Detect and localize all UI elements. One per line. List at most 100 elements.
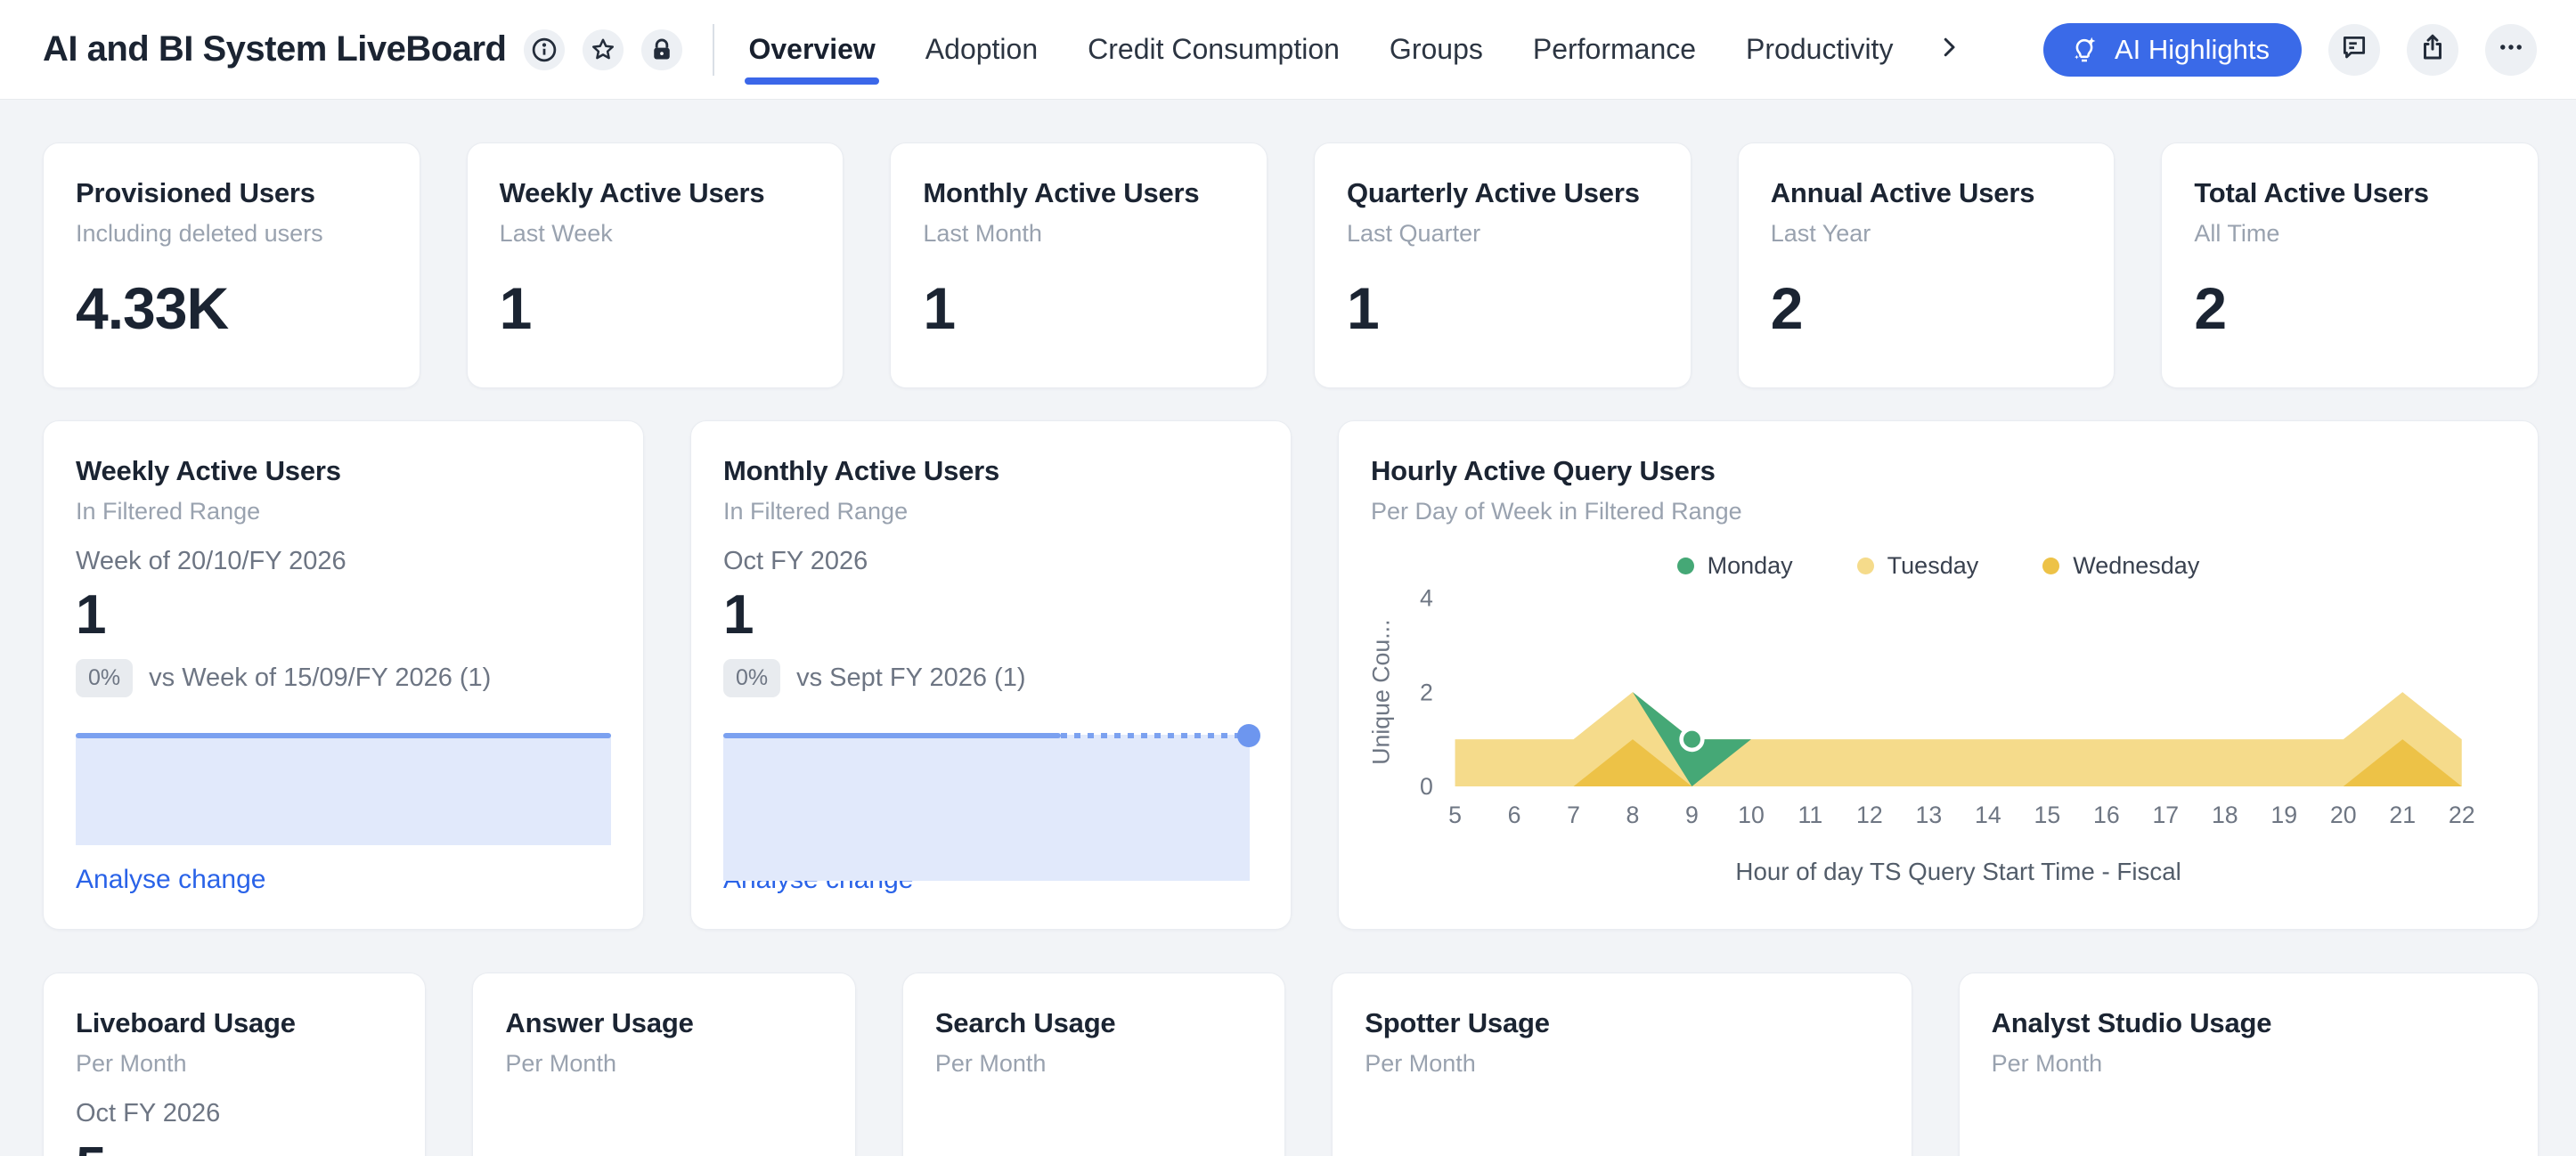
kpi-value: 2 [1771,274,2083,342]
sparkline-fill [723,735,1250,881]
trend-row: Weekly Active Users In Filtered Range Week… [43,420,2539,930]
kpi-value: 1 [500,274,811,342]
trend-title: Monthly Active Users [723,455,1259,487]
svg-text:9: 9 [1685,802,1699,828]
trend-value: 1 [723,583,1259,647]
trend-subtitle: In Filtered Range [76,498,611,525]
svg-text:5: 5 [1448,802,1462,828]
more-tabs-button[interactable] [1936,34,1962,65]
kpi-subtitle: Last Month [923,220,1235,248]
svg-text:14: 14 [1975,802,2001,828]
svg-text:11: 11 [1798,802,1823,828]
svg-text:15: 15 [2034,802,2060,828]
trend-compare: 0%vs Sept FY 2026 (1) [723,659,1259,697]
usage-row: Liveboard UsagePer MonthOct FY 20265Answ… [43,973,2539,1156]
kpi-card: Annual Active UsersLast Year2 [1738,142,2115,388]
tab-productivity[interactable]: Productivity [1746,0,1893,99]
trend-card: Weekly Active Users In Filtered Range Week… [43,420,644,930]
analyst-studio-usage-card: Analyst Studio Usage Per Month [1959,973,2539,1156]
trend-period: Week of 20/10/FY 2026 [76,547,611,576]
hourly-area-chart[interactable]: 5678910111213141516171819202122024Hour o… [1371,587,2506,891]
sparkline-chart [723,735,1259,865]
trend-value: 1 [76,583,611,647]
usage-title: Analyst Studio Usage [1992,1007,2506,1039]
legend-item-tuesday[interactable]: Tuesday [1857,552,1979,580]
svg-text:19: 19 [2270,802,2297,828]
usage-title: Answer Usage [505,1007,822,1039]
kpi-value: 2 [2194,274,2506,342]
chart-subtitle: Per Day of Week in Filtered Range [1371,498,2506,525]
app-header: AI and BI System LiveBoard OverviewAdopt… [0,0,2576,100]
analyse-change-link[interactable]: Analyse change [76,865,611,895]
svg-text:7: 7 [1567,802,1580,828]
legend-dot [2042,558,2059,574]
spotter-usage-card: Spotter UsagePer Month [1332,973,1912,1156]
share-icon [2417,32,2448,67]
tab-label: Groups [1390,33,1483,66]
legend-dot [1857,558,1874,574]
kpi-value: 4.33K [76,274,387,342]
tab-overview[interactable]: Overview [748,0,875,99]
usage-subtitle: Per Month [1365,1050,1879,1078]
legend-label: Tuesday [1887,552,1979,580]
svg-text:6: 6 [1508,802,1521,828]
kpi-value: 1 [923,274,1235,342]
info-button[interactable] [524,29,565,70]
lock-icon [649,37,674,62]
tab-label: Credit Consumption [1088,33,1340,66]
svg-text:2: 2 [1420,679,1433,705]
svg-text:13: 13 [1915,802,1942,828]
tab-performance[interactable]: Performance [1533,0,1696,99]
svg-text:20: 20 [2330,802,2357,828]
info-icon [531,37,558,63]
more-options-button[interactable] [2485,24,2537,76]
kpi-card: Total Active UsersAll Time2 [2161,142,2539,388]
legend-item-wednesday[interactable]: Wednesday [2042,552,2199,580]
ai-highlights-button[interactable]: AI Highlights [2043,23,2302,77]
lock-button[interactable] [641,29,682,70]
sparkline-chart [76,735,611,845]
chart-title: Hourly Active Query Users [1371,455,2506,487]
kpi-subtitle: Last Week [500,220,811,248]
svg-text:10: 10 [1738,802,1765,828]
favorite-button[interactable] [583,29,624,70]
kpi-card: Quarterly Active UsersLast Quarter1 [1314,142,1692,388]
comments-button[interactable] [2328,24,2380,76]
kpi-title: Monthly Active Users [923,177,1235,209]
active-tab-underline [745,77,878,85]
legend-label: Monday [1708,552,1793,580]
sparkline-line [76,733,611,738]
compare-text: vs Week of 15/09/FY 2026 (1) [149,663,491,693]
usage-subtitle: Per Month [1992,1050,2506,1078]
trend-compare: 0%vs Week of 15/09/FY 2026 (1) [76,659,611,697]
trend-card: Monthly Active Users In Filtered Range Oct… [690,420,1292,930]
more-icon [2496,32,2526,67]
share-button[interactable] [2407,24,2458,76]
trend-title: Weekly Active Users [76,455,611,487]
usage-period: Oct FY 2026 [76,1099,393,1128]
liveboard-body: Provisioned UsersIncluding deleted users… [0,100,2576,1156]
kpi-title: Weekly Active Users [500,177,811,209]
kpi-row: Provisioned UsersIncluding deleted users… [43,142,2539,388]
sparkline-end-dot [1237,724,1260,747]
header-divider [713,24,714,76]
svg-text:12: 12 [1856,802,1883,828]
ai-highlights-label: AI Highlights [2115,34,2270,66]
trend-period: Oct FY 2026 [723,547,1259,576]
usage-title: Liveboard Usage [76,1007,393,1039]
kpi-card: Monthly Active Users Last Month 1 [890,142,1268,388]
tab-adoption[interactable]: Adoption [925,0,1038,99]
tab-label: Overview [748,33,875,66]
tab-label: Productivity [1746,33,1893,66]
svg-text:Hour of day TS Query Start Tim: Hour of day TS Query Start Time - Fiscal [1735,858,2181,885]
legend-item-monday[interactable]: Monday [1677,552,1793,580]
usage-subtitle: Per Month [505,1050,822,1078]
change-badge: 0% [723,659,780,697]
tab-groups[interactable]: Groups [1390,0,1483,99]
kpi-title: Quarterly Active Users [1347,177,1659,209]
tab-credit-consumption[interactable]: Credit Consumption [1088,0,1340,99]
trend-subtitle: In Filtered Range [723,498,1259,525]
kpi-title: Provisioned Users [76,177,387,209]
kpi-subtitle: All Time [2194,220,2506,248]
plot-area: 5678910111213141516171819202122024Hour o… [1371,587,2506,891]
